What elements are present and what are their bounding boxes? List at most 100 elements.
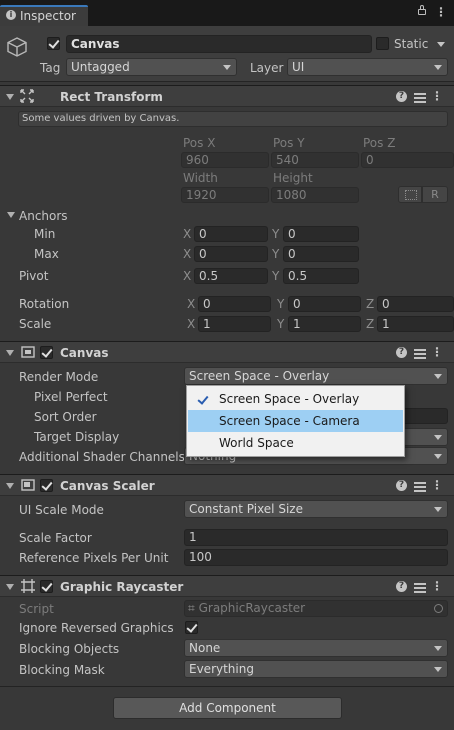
component-header-icons: ? ⋮ [396, 89, 446, 105]
presets-icon[interactable] [413, 480, 427, 494]
driven-values-note: Some values driven by Canvas. [18, 111, 448, 127]
max-x-label: X [183, 247, 192, 261]
canvas-scaler-header[interactable]: Canvas Scaler ? ⋮ [0, 474, 454, 496]
foldout-arrow-icon[interactable] [6, 483, 14, 489]
chevron-down-icon [434, 454, 442, 459]
pivot-label: Pivot [19, 269, 49, 283]
tab-inspector[interactable]: i Inspector [0, 5, 88, 26]
add-component-button[interactable]: Add Component [113, 697, 342, 719]
sort-order-field[interactable] [400, 408, 448, 424]
canvas-enabled-toggle[interactable] [40, 346, 53, 359]
ignore-reversed-checkbox[interactable] [185, 621, 198, 634]
canvas-scaler-enabled-toggle[interactable] [40, 479, 53, 492]
render-mode-menu: Screen Space - Overlay Screen Space - Ca… [186, 385, 405, 457]
scale-y-field[interactable]: 1 [288, 316, 361, 332]
graphic-raycaster-header[interactable]: Graphic Raycaster ? ⋮ [0, 575, 454, 597]
scale-factor-field[interactable]: 1 [184, 529, 448, 546]
min-x-label: X [183, 227, 192, 241]
presets-icon[interactable] [413, 91, 427, 105]
rot-x-label: X [187, 297, 196, 311]
render-mode-label: Render Mode [19, 370, 99, 384]
presets-icon[interactable] [413, 347, 427, 361]
component-menu-icon[interactable]: ⋮ [430, 579, 444, 593]
anchors-fold-icon[interactable] [7, 212, 15, 218]
menu-item-label: Screen Space - Overlay [219, 392, 360, 406]
target-display-label: Target Display [34, 430, 120, 444]
foldout-arrow-icon[interactable] [6, 94, 14, 100]
render-mode-dropdown[interactable]: Screen Space - Overlay [184, 367, 448, 385]
scale-z-field[interactable]: 1 [377, 316, 454, 332]
component-header-icons: ? ⋮ [396, 478, 446, 494]
blocking-mask-dropdown[interactable]: Everything [184, 660, 448, 678]
lock-icon[interactable] [418, 5, 426, 15]
menu-item-screen-space-overlay[interactable]: Screen Space - Overlay [188, 388, 403, 410]
menu-item-world-space[interactable]: World Space [188, 432, 403, 454]
static-dropdown-arrow[interactable] [437, 42, 445, 47]
canvas-icon [21, 346, 35, 358]
max-x-field[interactable]: 0 [194, 246, 268, 262]
chevron-down-icon [434, 374, 442, 379]
scale-x-field[interactable]: 1 [198, 316, 271, 332]
active-toggle[interactable] [47, 37, 60, 50]
foldout-arrow-icon[interactable] [6, 584, 14, 590]
blocking-mask-value: Everything [189, 662, 254, 676]
rot-x-field[interactable]: 0 [198, 296, 271, 312]
graphic-raycaster-enabled-toggle[interactable] [40, 580, 53, 593]
height-field[interactable]: 1080 [271, 187, 359, 203]
chevron-down-icon [223, 65, 231, 70]
pivot-x-label: X [183, 269, 192, 283]
chevron-down-icon [434, 646, 442, 651]
component-menu-icon[interactable]: ⋮ [430, 89, 444, 103]
raw-edit-button[interactable]: R [422, 186, 448, 203]
pos-y-field[interactable]: 540 [271, 152, 359, 168]
layer-dropdown[interactable]: UI [287, 58, 448, 76]
layer-value: UI [292, 60, 305, 74]
target-display-dropdown[interactable] [400, 428, 448, 446]
rot-z-field[interactable]: 0 [377, 296, 454, 312]
help-icon[interactable]: ? [396, 581, 407, 592]
pos-x-field[interactable]: 960 [181, 152, 269, 168]
chevron-down-icon [434, 507, 442, 512]
scale-y-label: Y [277, 317, 285, 331]
ui-scale-mode-dropdown[interactable]: Constant Pixel Size [184, 500, 448, 518]
gameobject-cube-icon [7, 37, 27, 57]
min-x-field[interactable]: 0 [194, 226, 268, 242]
help-icon[interactable]: ? [396, 347, 407, 358]
rect-transform-header[interactable]: Rect Transform ? ⋮ [0, 85, 454, 107]
presets-icon[interactable] [413, 581, 427, 595]
script-label: Script [19, 602, 54, 616]
blueprint-mode-button[interactable] [398, 186, 422, 203]
shader-channels-label: Additional Shader Channels [19, 450, 185, 464]
pos-z-label: Pos Z [363, 136, 396, 150]
foldout-arrow-icon[interactable] [6, 350, 14, 356]
min-y-label: Y [272, 227, 280, 241]
component-menu-icon[interactable]: ⋮ [430, 345, 444, 359]
tag-dropdown[interactable]: Untagged [66, 58, 237, 76]
pivot-x-field[interactable]: 0.5 [194, 268, 268, 284]
object-picker-icon[interactable] [434, 604, 443, 613]
object-name-input[interactable]: Canvas [66, 35, 372, 53]
blocking-objects-label: Blocking Objects [19, 642, 120, 656]
canvas-component-header[interactable]: Canvas ? ⋮ [0, 341, 454, 363]
help-icon[interactable]: ? [396, 91, 407, 102]
pos-z-field[interactable]: 0 [361, 152, 454, 168]
pivot-y-field[interactable]: 0.5 [283, 268, 359, 284]
static-label: Static [394, 37, 429, 51]
max-y-field[interactable]: 0 [283, 246, 359, 262]
ref-ppu-field[interactable]: 100 [184, 549, 448, 566]
menu-item-screen-space-camera[interactable]: Screen Space - Camera [188, 410, 403, 432]
scale-label: Scale [19, 317, 52, 331]
component-menu-icon[interactable]: ⋮ [430, 478, 444, 492]
help-icon[interactable]: ? [396, 480, 407, 491]
rot-y-field[interactable]: 0 [288, 296, 361, 312]
graphic-raycaster-icon [21, 579, 35, 593]
blocking-objects-dropdown[interactable]: None [184, 639, 448, 657]
rect-transform-title: Rect Transform [60, 90, 163, 104]
tag-value: Untagged [71, 60, 130, 74]
width-field[interactable]: 1920 [181, 187, 269, 203]
chevron-down-icon [434, 667, 442, 672]
rot-z-label: Z [366, 297, 375, 311]
tab-menu-icon[interactable]: ⋮ [435, 5, 447, 19]
static-checkbox[interactable] [376, 37, 389, 50]
min-y-field[interactable]: 0 [283, 226, 359, 242]
